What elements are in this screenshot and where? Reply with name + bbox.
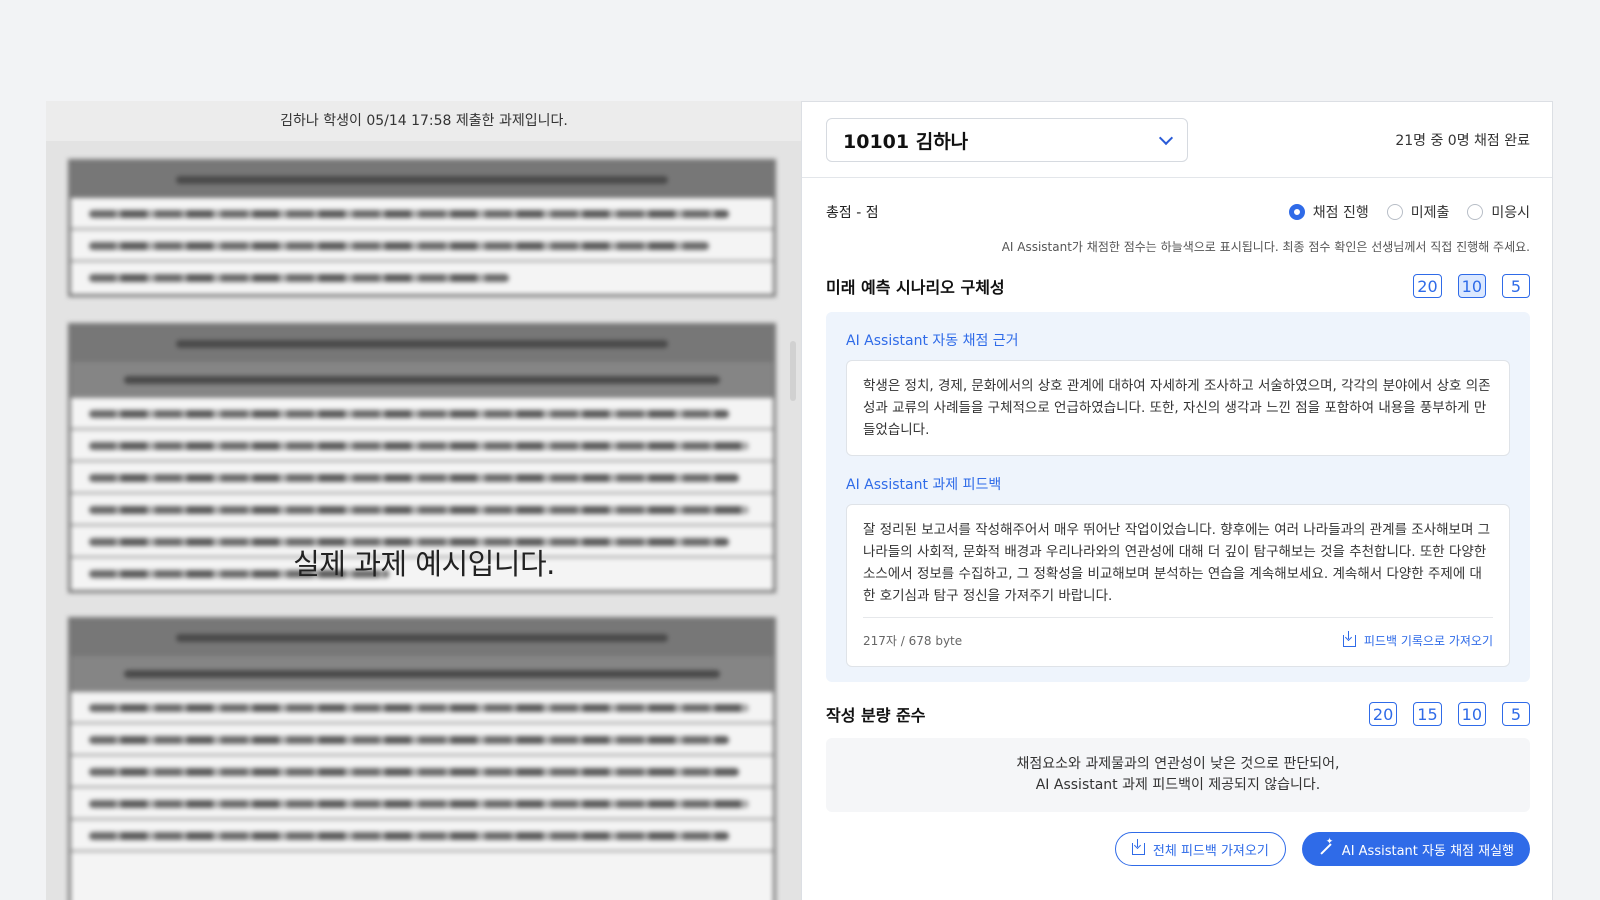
- ai-feedback-card[interactable]: 잘 정리된 보고서를 작성해주어서 매우 뛰어난 작업이었습니다. 향후에는 여…: [846, 504, 1510, 667]
- total-score-label: 총점 - 점: [826, 205, 879, 221]
- submission-image: [46, 141, 802, 900]
- score-chip-10[interactable]: 10: [1457, 702, 1486, 726]
- radio-label: 미제출: [1410, 205, 1450, 221]
- viewer-scrollbar[interactable]: [790, 341, 796, 401]
- button-label: AI Assistant 자동 채점 재실행: [1341, 843, 1514, 859]
- panel-header: 10101 김하나 21명 중 0명 채점 완료: [802, 102, 1552, 178]
- import-feedback-label: 피드백 기록으로 가져오기: [1363, 634, 1493, 648]
- sample-notice: 실제 과제 예시입니다.: [293, 547, 555, 581]
- ai-feedback-label: AI Assistant 과제 피드백: [846, 477, 1002, 493]
- radio-not-submitted[interactable]: 미제출: [1386, 202, 1450, 222]
- char-count: 217자 / 678 byte: [863, 634, 963, 648]
- magic-wand-icon: [1318, 837, 1334, 857]
- student-select[interactable]: 10101 김하나: [826, 118, 1188, 162]
- radio-icon[interactable]: [1386, 204, 1403, 220]
- criterion-title: 작성 분량 준수: [826, 706, 926, 725]
- radio-absent[interactable]: 미응시: [1467, 202, 1530, 222]
- criterion-1: 미래 예측 시나리오 구체성 20 10 5: [826, 272, 1530, 300]
- score-chip-15[interactable]: 15: [1413, 702, 1442, 726]
- criterion-title: 미래 예측 시나리오 구체성: [826, 278, 1005, 297]
- student-name: 10101 김하나: [843, 130, 969, 153]
- radio-label: 채점 진행: [1312, 205, 1369, 221]
- grading-panel: 10101 김하나 21명 중 0명 채점 완료 총점 - 점 채점 진행 미제…: [801, 101, 1553, 900]
- rerun-ai-grading-button[interactable]: AI Assistant 자동 채점 재실행: [1301, 832, 1530, 866]
- import-all-feedback-button[interactable]: 전체 피드백 가져오기: [1114, 832, 1286, 866]
- ai-basis-text: 학생은 정치, 경제, 문화에서의 상호 관계에 대하여 자세하게 조사하고 서…: [846, 360, 1510, 456]
- score-chip-20[interactable]: 20: [1413, 274, 1442, 298]
- ai-score-notice: AI Assistant가 채점한 점수는 하늘색으로 표시됩니다. 최종 점수…: [1001, 240, 1530, 254]
- no-feedback-notice: 채점요소와 과제물과의 연관성이 낮은 것으로 판단되어, AI Assista…: [826, 738, 1530, 812]
- ai-feedback-text[interactable]: 잘 정리된 보고서를 작성해주어서 매우 뛰어난 작업이었습니다. 향후에는 여…: [863, 519, 1493, 607]
- answer-sheet: [68, 159, 776, 297]
- answer-sheet: [68, 617, 776, 900]
- ai-basis-label: AI Assistant 자동 채점 근거: [846, 333, 1019, 349]
- action-buttons: 전체 피드백 가져오기 AI Assistant 자동 채점 재실행: [1099, 832, 1530, 866]
- button-label: 전체 피드백 가져오기: [1152, 843, 1269, 859]
- radio-selected-icon[interactable]: [1288, 204, 1305, 220]
- ai-assistant-box: AI Assistant 자동 채점 근거 학생은 정치, 경제, 문화에서의 …: [826, 312, 1530, 682]
- download-icon: [1131, 839, 1145, 855]
- criterion-2: 작성 분량 준수 20 15 10 5: [826, 700, 1530, 728]
- score-chip-5[interactable]: 5: [1502, 702, 1530, 726]
- feedback-footer: 217자 / 678 byte 피드백 기록으로 가져오기: [863, 617, 1493, 652]
- submission-viewer: 김하나 학생이 05/14 17:58 제출한 과제입니다. 실제 과제 예시입…: [46, 101, 802, 900]
- radio-label: 미응시: [1491, 205, 1530, 221]
- score-chip-5[interactable]: 5: [1502, 274, 1530, 298]
- score-chip-20[interactable]: 20: [1368, 702, 1398, 726]
- submission-caption: 김하나 학생이 05/14 17:58 제출한 과제입니다.: [46, 101, 802, 141]
- score-chip-10-selected[interactable]: 10: [1457, 274, 1486, 298]
- radio-icon[interactable]: [1467, 204, 1484, 220]
- grading-progress: 21명 중 0명 채점 완료: [1395, 133, 1530, 149]
- download-icon: [1342, 631, 1356, 647]
- chevron-down-icon: [1158, 130, 1174, 145]
- no-feedback-line: 채점요소와 과제물과의 연관성이 낮은 것으로 판단되어,: [1016, 756, 1340, 772]
- total-row: 총점 - 점 채점 진행 미제출 미응시: [826, 200, 1530, 224]
- radio-grading[interactable]: 채점 진행: [1288, 202, 1369, 222]
- import-feedback-link[interactable]: 피드백 기록으로 가져오기: [1342, 630, 1493, 652]
- no-feedback-line: AI Assistant 과제 피드백이 제공되지 않습니다.: [1035, 777, 1321, 793]
